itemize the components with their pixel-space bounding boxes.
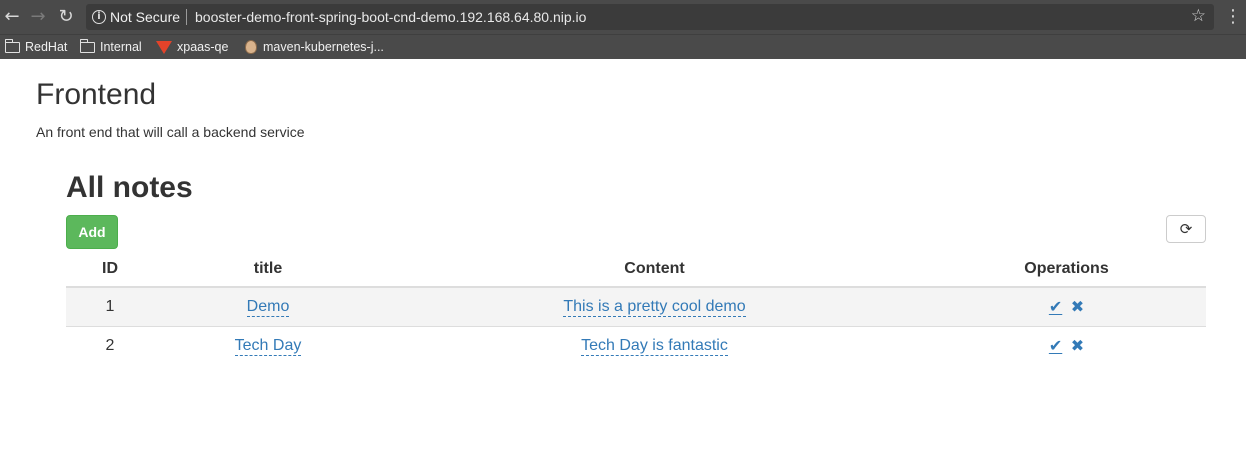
table-row: 1 Demo This is a pretty cool demo ✔ ✖ [66, 286, 1206, 326]
note-title-editable[interactable]: Demo [246, 297, 290, 317]
star-icon[interactable]: ☆ [1191, 6, 1206, 26]
delete-x-icon[interactable]: ✖ [1071, 336, 1084, 355]
bookmark-label: xpaas-qe [177, 40, 229, 54]
url-text[interactable]: booster-demo-front-spring-boot-cnd-demo.… [195, 9, 586, 25]
menu-icon[interactable]: ⋮ [1224, 6, 1242, 28]
folder-icon [4, 38, 20, 53]
bookmark-maven-kubernetes[interactable]: maven-kubernetes-j... [245, 38, 384, 56]
bookmark-xpaas-qe[interactable]: xpaas-qe [156, 38, 228, 56]
bookmark-redhat[interactable]: RedHat [4, 38, 68, 56]
note-content-editable[interactable]: Tech Day is fantastic [581, 336, 728, 356]
address-bar[interactable]: i Not Secure booster-demo-front-spring-b… [86, 4, 1214, 30]
notes-heading: All notes [66, 171, 193, 204]
notes-table: ID title Content Operations 1 Demo This … [66, 252, 1206, 365]
note-title-cell: Tech Day [154, 325, 382, 365]
browser-toolbar: ← → ↻ i Not Secure booster-demo-front-sp… [0, 0, 1246, 34]
note-id: 2 [66, 325, 154, 365]
reload-icon[interactable]: ↻ [56, 6, 76, 28]
page-title: Frontend [36, 78, 157, 111]
bookmarks-bar: RedHat Internal xpaas-qe maven-kubernete… [0, 34, 1246, 59]
note-content-editable[interactable]: This is a pretty cool demo [563, 297, 746, 317]
bookmark-label: Internal [100, 40, 142, 54]
table-header-row: ID title Content Operations [66, 252, 1206, 288]
column-header-title[interactable]: title [154, 252, 382, 288]
note-content-cell: This is a pretty cool demo [382, 286, 927, 326]
bookmark-label: RedHat [25, 40, 68, 54]
bookmark-label: maven-kubernetes-j... [263, 40, 384, 54]
delete-x-icon[interactable]: ✖ [1071, 297, 1084, 316]
refresh-icon: ⟳ [1179, 220, 1193, 238]
url-separator [186, 9, 187, 25]
note-operations: ✔ ✖ [927, 286, 1206, 326]
folder-icon [79, 38, 95, 53]
table-row: 2 Tech Day Tech Day is fantastic ✔ ✖ [66, 325, 1206, 365]
note-title-editable[interactable]: Tech Day [234, 336, 302, 356]
add-button[interactable]: Add [66, 215, 118, 249]
page-subtitle: An front end that will call a backend se… [36, 124, 305, 140]
security-label[interactable]: Not Secure [110, 9, 180, 25]
note-content-cell: Tech Day is fantastic [382, 325, 927, 365]
forward-arrow-icon[interactable]: → [28, 6, 48, 28]
column-header-content[interactable]: Content [382, 252, 927, 288]
note-operations: ✔ ✖ [927, 325, 1206, 365]
jenkins-icon [245, 40, 257, 54]
edit-check-icon[interactable]: ✔ [1049, 336, 1062, 355]
refresh-button[interactable]: ⟳ [1166, 215, 1206, 243]
edit-check-icon[interactable]: ✔ [1049, 297, 1062, 316]
bookmark-internal[interactable]: Internal [79, 38, 142, 56]
column-header-operations: Operations [927, 252, 1206, 288]
column-header-id[interactable]: ID [66, 252, 154, 288]
note-id: 1 [66, 286, 154, 326]
info-icon[interactable]: i [92, 10, 106, 24]
back-arrow-icon[interactable]: ← [2, 6, 22, 28]
note-title-cell: Demo [154, 286, 382, 326]
gitlab-icon [156, 40, 172, 54]
